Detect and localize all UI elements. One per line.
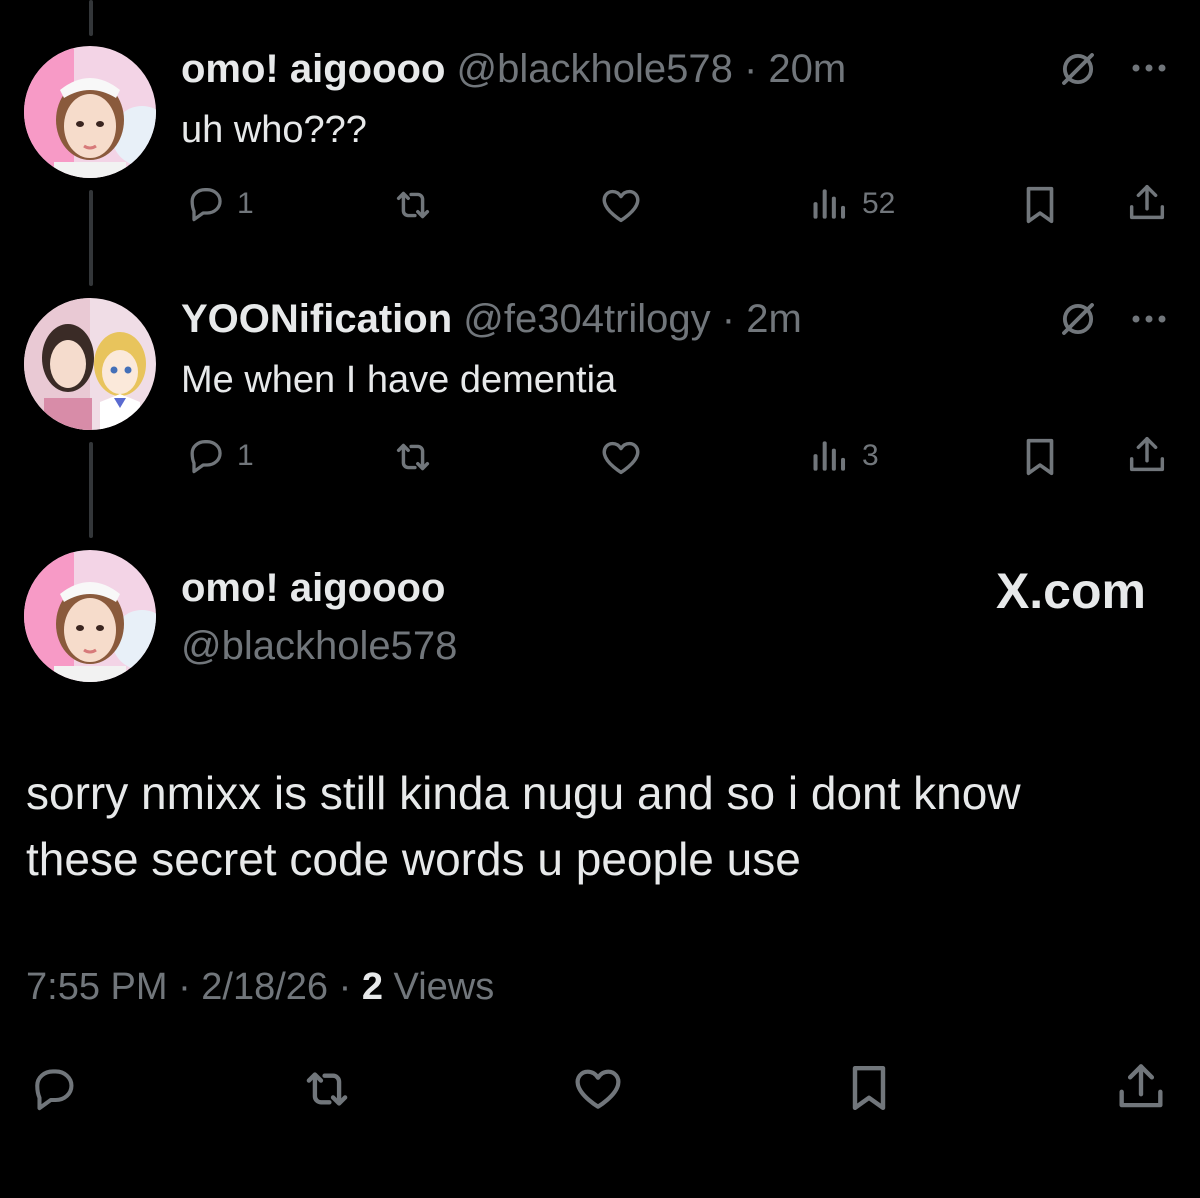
- more-icon[interactable]: [1128, 311, 1170, 327]
- retweet-icon: [390, 182, 436, 228]
- thread-line-2: [89, 442, 93, 538]
- share-button[interactable]: [1112, 1058, 1170, 1116]
- reply-icon: [26, 1062, 80, 1116]
- like-button[interactable]: [598, 434, 644, 480]
- post-text-line: these secret code words u people use: [26, 833, 801, 885]
- thread-line-top: [89, 0, 93, 36]
- retweet-button[interactable]: [298, 1060, 356, 1118]
- more-icon[interactable]: [1128, 60, 1170, 76]
- display-name[interactable]: omo! aigoooo: [181, 566, 445, 611]
- bookmark-icon: [841, 1060, 897, 1116]
- share-button[interactable]: [1124, 432, 1170, 478]
- views-icon: [808, 434, 852, 478]
- views-count: 2: [361, 966, 383, 1008]
- display-name[interactable]: YOONification: [181, 297, 452, 341]
- retweet-button[interactable]: [390, 434, 436, 480]
- avatar[interactable]: [24, 298, 156, 430]
- bookmark-button[interactable]: [1017, 182, 1063, 228]
- retweet-icon: [298, 1060, 356, 1118]
- reply-icon: [183, 182, 227, 226]
- views-button[interactable]: 52: [808, 182, 895, 226]
- like-button[interactable]: [570, 1060, 626, 1116]
- avatar[interactable]: [24, 550, 156, 682]
- heart-icon: [598, 434, 644, 480]
- reply-button[interactable]: 1: [183, 434, 254, 478]
- reply2-header: YOONification @fe304trilogy · 2m: [181, 297, 802, 341]
- x-watermark: X.com: [995, 563, 1146, 619]
- share-icon: [1112, 1058, 1170, 1116]
- retweet-icon: [390, 434, 436, 480]
- grok-icon[interactable]: [1057, 298, 1099, 340]
- heart-icon: [598, 182, 644, 228]
- views-count: 3: [862, 439, 879, 472]
- bookmark-button[interactable]: [841, 1060, 897, 1116]
- reply1-text: uh who???: [181, 109, 367, 151]
- handle-time[interactable]: @blackhole578 · 20m: [457, 47, 847, 91]
- post-text-line: sorry nmixx is still kinda nugu and so i…: [26, 767, 1021, 819]
- reply-button[interactable]: [26, 1062, 80, 1116]
- reply1-header: omo! aigoooo @blackhole578 · 20m: [181, 47, 846, 91]
- reply-icon: [183, 434, 227, 478]
- reply2-text: Me when I have dementia: [181, 359, 617, 401]
- reply-count: 1: [237, 187, 254, 220]
- timestamp[interactable]: 7:55 PM · 2/18/26 ·: [26, 966, 362, 1008]
- share-icon: [1124, 180, 1170, 226]
- bookmark-icon: [1017, 182, 1063, 228]
- views-label: Views: [382, 966, 495, 1008]
- handle-time[interactable]: @fe304trilogy · 2m: [463, 297, 802, 341]
- reply-button[interactable]: 1: [183, 182, 254, 226]
- like-button[interactable]: [598, 182, 644, 228]
- views-icon: [808, 182, 852, 226]
- share-button[interactable]: [1124, 180, 1170, 226]
- handle[interactable]: @blackhole578: [181, 624, 457, 669]
- post-text: sorry nmixx is still kinda nugu and so i…: [26, 760, 1176, 892]
- retweet-button[interactable]: [390, 182, 436, 228]
- thread-line-1: [89, 190, 93, 286]
- display-name[interactable]: omo! aigoooo: [181, 47, 445, 91]
- avatar[interactable]: [24, 46, 156, 178]
- heart-icon: [570, 1060, 626, 1116]
- share-icon: [1124, 432, 1170, 478]
- post-meta: 7:55 PM · 2/18/26 · 2 Views: [26, 966, 494, 1009]
- views-button[interactable]: 3: [808, 434, 879, 478]
- bookmark-button[interactable]: [1017, 434, 1063, 480]
- views-count: 52: [862, 187, 896, 220]
- reply-count: 1: [237, 439, 254, 472]
- grok-icon[interactable]: [1057, 48, 1099, 90]
- bookmark-icon: [1017, 434, 1063, 480]
